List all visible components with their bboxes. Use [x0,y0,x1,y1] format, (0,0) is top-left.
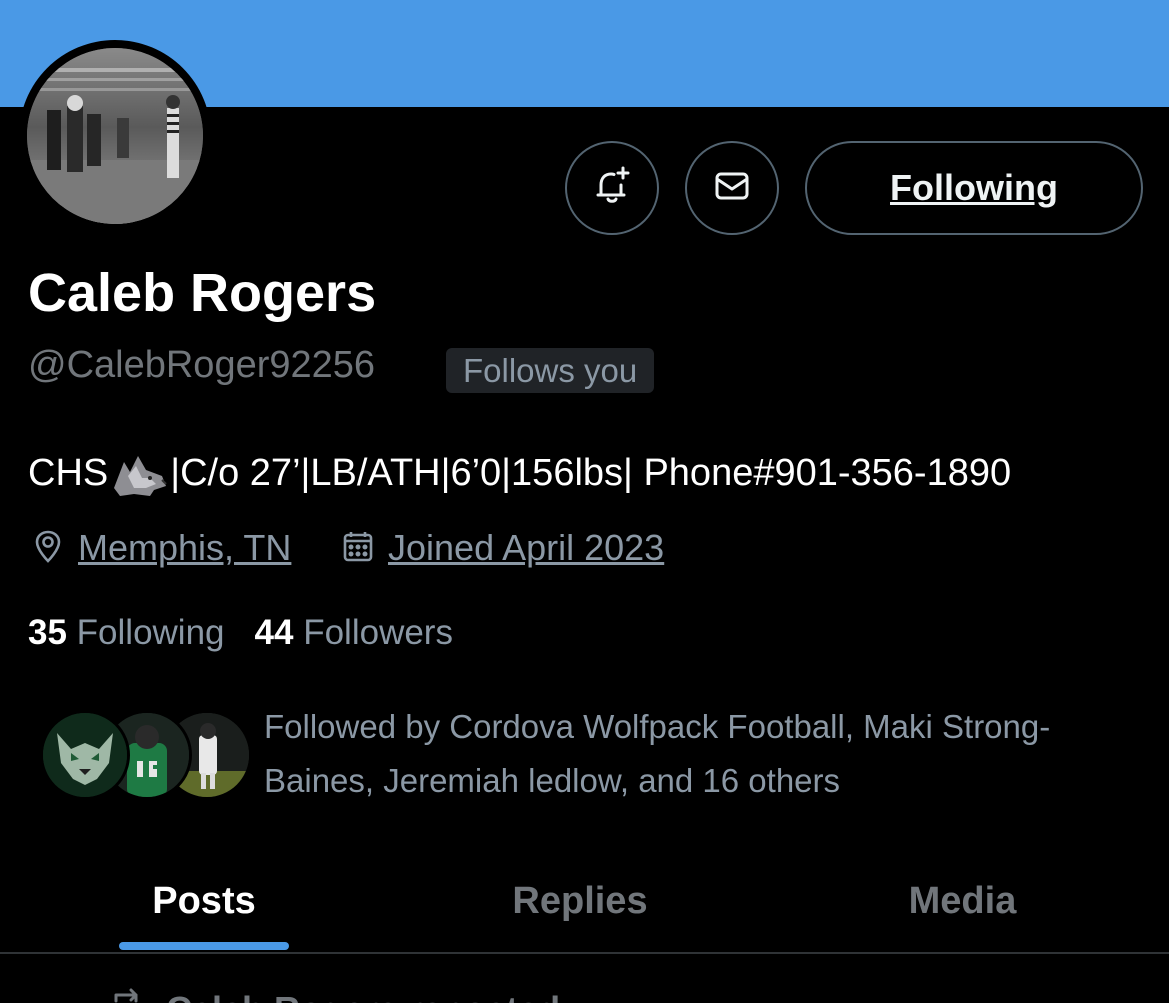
followers-count: 44 [254,613,294,652]
calendar-icon [340,528,388,569]
location-link[interactable]: Memphis, TN [78,527,291,569]
envelope-icon [710,164,754,213]
active-tab-indicator [119,942,289,950]
followed-by-text[interactable]: Followed by Cordova Wolfpack Football, M… [264,700,1084,808]
following-label: Following [76,613,225,652]
location-pin-icon [30,528,78,569]
profile-location: Memphis, TN [30,527,291,569]
profile-bio: CHS |C/o 27’|LB/ATH|6’0|156lbs| Phone#90… [28,448,1011,498]
repost-text: Caleb Rogers reposted [166,989,560,1003]
tab-posts[interactable]: Posts [80,850,328,952]
profile-tabs: Posts Replies Media [0,850,1169,952]
notify-button[interactable] [565,141,659,235]
repost-icon [108,985,166,1003]
profile-page: Following Caleb Rogers @CalebRoger92256 … [0,0,1169,1003]
followed-by-avatars[interactable] [40,710,252,800]
wolf-emoji [110,448,168,498]
tab-media[interactable]: Media [840,850,1085,952]
profile-joined: Joined April 2023 [340,527,664,569]
follow-stats: 35 Following 44 Followers [28,613,483,653]
avatar-photo [27,48,203,224]
follower-avatar [40,710,130,800]
message-button[interactable] [685,141,779,235]
followers-label: Followers [303,613,453,652]
joined-date-link[interactable]: Joined April 2023 [388,527,664,569]
repost-header: Caleb Rogers reposted [108,985,560,1003]
profile-avatar[interactable] [19,40,211,232]
following-stat[interactable]: 35 Following [28,613,225,653]
user-handle: @CalebRoger92256 [28,344,376,386]
followers-stat[interactable]: 44 Followers [255,613,453,653]
tabs-divider [0,952,1169,954]
bell-plus-icon [590,164,634,213]
following-button[interactable]: Following [805,141,1143,235]
display-name: Caleb Rogers [28,263,377,323]
following-count: 35 [28,613,67,652]
bio-prefix: CHS [28,451,109,494]
tab-replies[interactable]: Replies [455,850,705,952]
follows-you-badge: Follows you [446,348,655,393]
bio-text: |C/o 27’|LB/ATH|6’0|156lbs| Phone#901-35… [170,451,1012,494]
